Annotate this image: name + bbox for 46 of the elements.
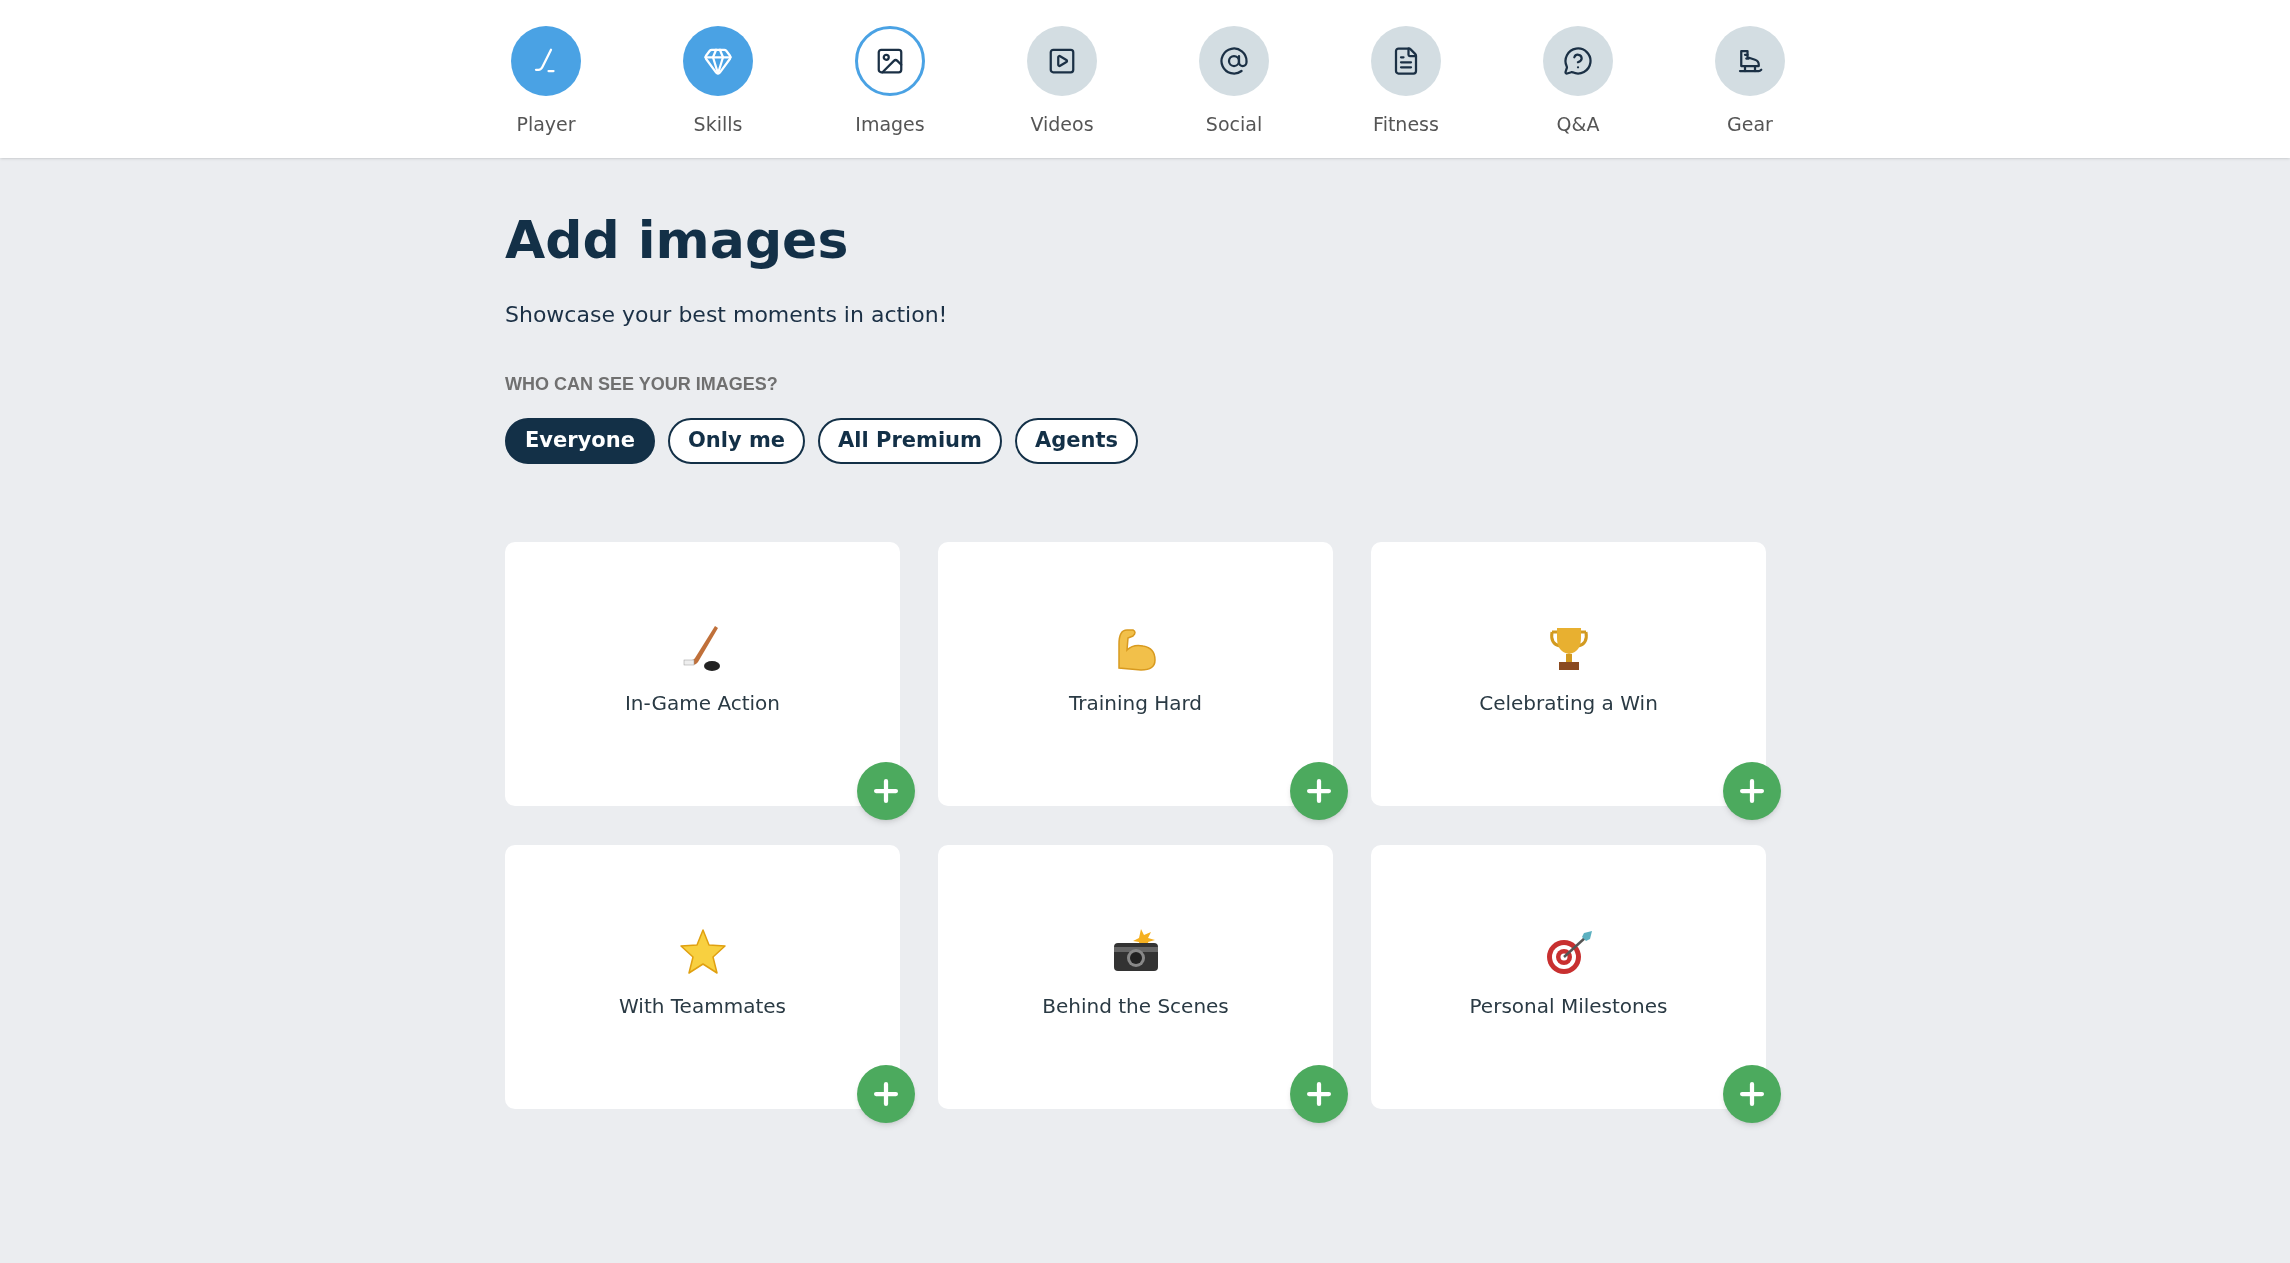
step-tab[interactable]: Skills bbox=[683, 26, 753, 158]
add-button[interactable] bbox=[1723, 762, 1781, 820]
step-tab[interactable]: Social bbox=[1199, 26, 1269, 158]
category-label: Personal Milestones bbox=[1469, 993, 1668, 1020]
visibility-label: WHO CAN SEE YOUR IMAGES? bbox=[505, 373, 779, 396]
step-label: Social bbox=[1205, 112, 1263, 137]
category-card[interactable]: Behind the Scenes bbox=[938, 845, 1333, 1109]
add-button[interactable] bbox=[857, 1065, 915, 1123]
step-label: Player bbox=[516, 112, 576, 137]
category-card[interactable]: In-Game Action bbox=[505, 542, 900, 806]
category-card[interactable]: Training Hard bbox=[938, 542, 1333, 806]
category-label: Training Hard bbox=[1068, 690, 1203, 717]
category-label: Behind the Scenes bbox=[1042, 993, 1229, 1020]
step-label: Images bbox=[855, 112, 925, 137]
diamond-icon bbox=[703, 46, 733, 76]
at-sign-icon bbox=[1219, 46, 1249, 76]
question-bubble-icon bbox=[1563, 46, 1593, 76]
step-label: Gear bbox=[1727, 112, 1773, 137]
step-tab[interactable]: Q&A bbox=[1543, 26, 1613, 158]
step-tab[interactable]: Fitness bbox=[1371, 26, 1441, 158]
step-label: Fitness bbox=[1373, 112, 1439, 137]
image-icon bbox=[875, 46, 905, 76]
category-card[interactable]: Personal Milestones bbox=[1371, 845, 1766, 1109]
visibility-option[interactable]: Only me bbox=[667, 418, 806, 464]
page-subtitle: Showcase your best moments in action! bbox=[505, 301, 949, 329]
step-label: Skills bbox=[693, 112, 743, 137]
visibility-option[interactable]: Agents bbox=[1014, 418, 1138, 464]
category-card[interactable]: With Teammates bbox=[505, 845, 900, 1109]
visibility-option[interactable]: All Premium bbox=[818, 418, 1002, 464]
visibility-option[interactable]: Everyone bbox=[505, 418, 655, 464]
category-label: Celebrating a Win bbox=[1479, 690, 1658, 717]
add-button[interactable] bbox=[857, 762, 915, 820]
star-icon bbox=[677, 927, 728, 977]
step-label: Q&A bbox=[1556, 112, 1600, 137]
step-tab[interactable]: Videos bbox=[1027, 26, 1097, 158]
step-tab[interactable]: Gear bbox=[1715, 26, 1785, 158]
step-tab[interactable]: Player bbox=[511, 26, 581, 158]
add-button[interactable] bbox=[1290, 762, 1348, 820]
add-button[interactable] bbox=[1290, 1065, 1348, 1123]
category-label: In-Game Action bbox=[624, 690, 781, 717]
category-card[interactable]: Celebrating a Win bbox=[1371, 542, 1766, 806]
step-tab[interactable]: Images bbox=[855, 26, 925, 158]
play-icon bbox=[1047, 46, 1077, 76]
step-label: Videos bbox=[1030, 112, 1094, 137]
category-label: With Teammates bbox=[619, 993, 786, 1020]
add-button[interactable] bbox=[1723, 1065, 1781, 1123]
